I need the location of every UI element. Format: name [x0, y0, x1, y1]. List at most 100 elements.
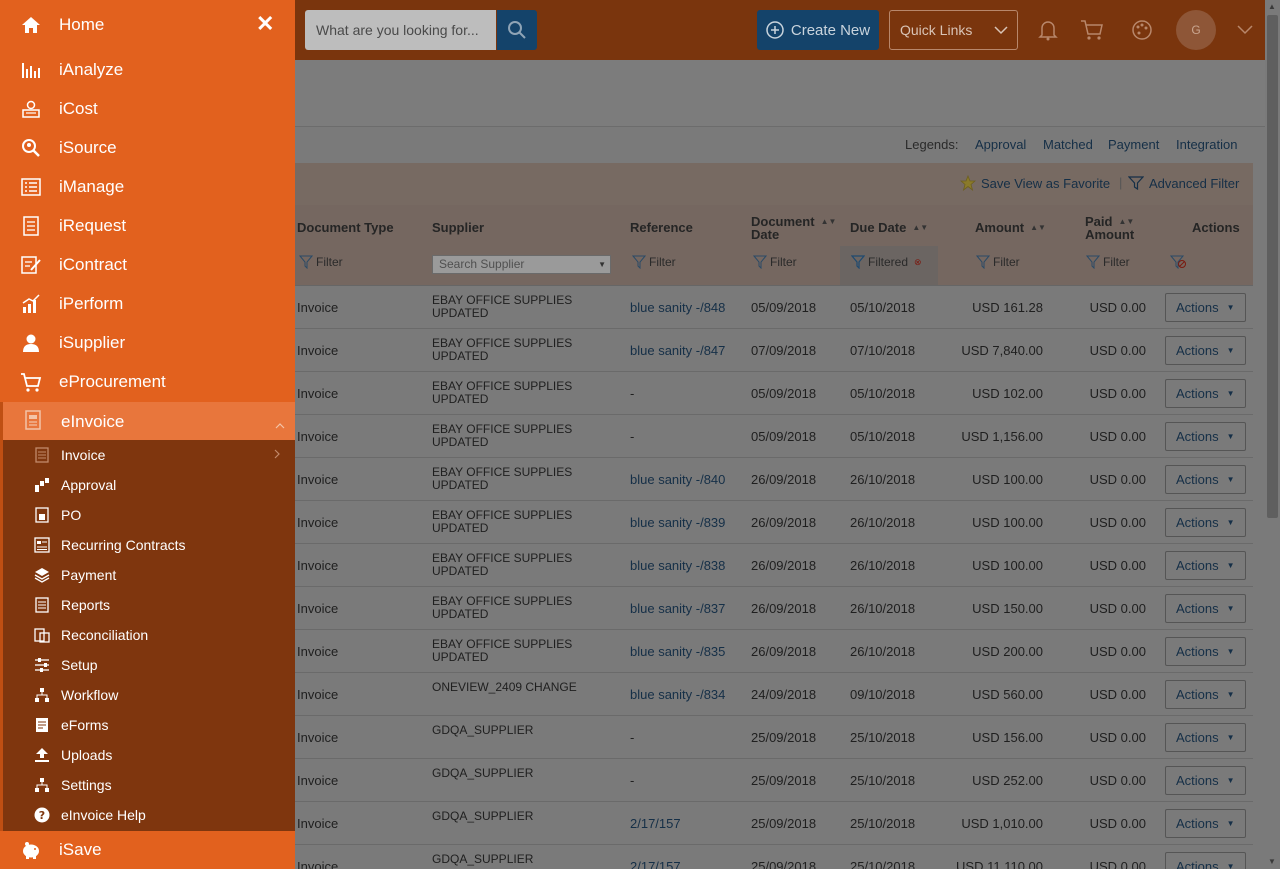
cell-reference[interactable]: blue sanity -/848 — [630, 300, 725, 315]
submenu-item-setup[interactable]: Setup — [3, 650, 295, 680]
sidebar-item-icontract[interactable]: iContract — [0, 245, 295, 284]
legend-matched[interactable]: Matched — [1043, 137, 1093, 152]
user-menu-chevron-icon[interactable] — [1237, 22, 1253, 40]
cost-icon — [20, 98, 42, 120]
row-actions-button[interactable]: Actions ▼ — [1165, 465, 1246, 494]
supplier-filter-select[interactable]: Search Supplier ▼ — [432, 255, 611, 274]
scroll-up-arrow-icon[interactable]: ▲ — [1268, 2, 1276, 11]
cell-document-type: Invoice — [297, 859, 339, 869]
row-actions-button[interactable]: Actions ▼ — [1165, 379, 1246, 408]
col-header-document-date[interactable]: Document ▲▼ Date — [751, 215, 836, 241]
sidebar-item-isupplier[interactable]: iSupplier — [0, 323, 295, 362]
filter-funnel-icon — [299, 255, 313, 269]
submenu-item-recurring-contracts[interactable]: Recurring Contracts — [3, 530, 295, 560]
submenu-item-label: Invoice — [61, 447, 106, 463]
filter-document-type[interactable]: Filter — [299, 255, 343, 269]
sidebar-item-isave[interactable]: iSave — [0, 830, 295, 869]
close-icon[interactable]: ✕ — [256, 13, 274, 35]
cell-reference[interactable]: 2/17/157 — [630, 816, 681, 831]
cell-reference[interactable]: blue sanity -/839 — [630, 515, 725, 530]
row-actions-button[interactable]: Actions ▼ — [1165, 680, 1246, 709]
cell-reference[interactable]: blue sanity -/834 — [630, 687, 725, 702]
cell-supplier: ONEVIEW_2409 CHANGE — [432, 680, 577, 694]
search-button[interactable] — [497, 10, 537, 50]
submenu-item-invoice[interactable]: Invoice — [3, 440, 295, 470]
cell-paid-amount: USD 0.00 — [1089, 558, 1146, 573]
user-avatar[interactable]: G — [1176, 10, 1216, 50]
caret-down-icon: ▼ — [1226, 733, 1235, 742]
row-actions-button[interactable]: Actions ▼ — [1165, 508, 1246, 537]
submenu-item-approval[interactable]: Approval — [3, 470, 295, 500]
cell-supplier: EBAY OFFICE SUPPLIES UPDATED — [432, 293, 573, 320]
row-actions-label: Actions — [1176, 730, 1219, 745]
row-actions-button[interactable]: Actions ▼ — [1165, 594, 1246, 623]
create-new-button[interactable]: Create New — [757, 10, 879, 50]
clear-all-filters-button[interactable] — [1170, 255, 1186, 269]
submenu-item-settings[interactable]: Settings — [3, 770, 295, 800]
legend-integration[interactable]: Integration — [1176, 137, 1237, 152]
sidebar-item-icost[interactable]: iCost — [0, 89, 295, 128]
global-search-input[interactable]: What are you looking for... — [305, 10, 496, 50]
submenu-item-einvoice-help[interactable]: ? eInvoice Help — [3, 800, 295, 830]
cell-paid-amount: USD 0.00 — [1089, 773, 1146, 788]
filter-paid-amount[interactable]: Filter — [1086, 255, 1130, 269]
notification-bell-icon[interactable] — [1036, 18, 1060, 42]
legend-payment[interactable]: Payment — [1108, 137, 1159, 152]
sidebar-item-label: iContract — [59, 254, 128, 274]
sidebar-item-irequest[interactable]: iRequest — [0, 206, 295, 245]
cell-reference[interactable]: 2/17/157 — [630, 859, 681, 869]
col-header-amount[interactable]: Amount ▲▼ — [975, 221, 1046, 234]
filter-reference[interactable]: Filter — [632, 255, 676, 269]
row-actions-button[interactable]: Actions ▼ — [1165, 723, 1246, 752]
col-header-due-date[interactable]: Due Date ▲▼ — [850, 221, 928, 234]
row-actions-button[interactable]: Actions ▼ — [1165, 852, 1246, 869]
cell-amount: USD 1,010.00 — [961, 816, 1043, 831]
quick-links-dropdown[interactable]: Quick Links — [889, 10, 1018, 50]
row-actions-button[interactable]: Actions ▼ — [1165, 336, 1246, 365]
sidebar-item-einvoice[interactable]: eInvoice — [0, 402, 295, 440]
cell-reference[interactable]: blue sanity -/837 — [630, 601, 725, 616]
cell-due-date: 07/10/2018 — [850, 343, 916, 358]
submenu-item-po[interactable]: PO — [3, 500, 295, 530]
sidebar-item-isource[interactable]: iSource — [0, 128, 295, 167]
theme-palette-icon[interactable] — [1130, 18, 1154, 42]
submenu-item-eforms[interactable]: eForms — [3, 710, 295, 740]
shopping-cart-icon[interactable] — [1080, 18, 1104, 42]
row-actions-button[interactable]: Actions ▼ — [1165, 551, 1246, 580]
submenu-item-reconciliation[interactable]: Reconciliation — [3, 620, 295, 650]
cell-reference[interactable]: blue sanity -/840 — [630, 472, 725, 487]
sidebar-item-imanage[interactable]: iManage — [0, 167, 295, 206]
row-actions-button[interactable]: Actions ▼ — [1165, 293, 1246, 322]
sidebar-item-ianalyze[interactable]: iAnalyze — [0, 50, 295, 89]
scroll-down-arrow-icon[interactable]: ▼ — [1268, 857, 1276, 866]
cell-paid-amount: USD 0.00 — [1089, 816, 1146, 831]
star-icon — [960, 175, 976, 191]
submenu-item-uploads[interactable]: Uploads — [3, 740, 295, 770]
legend-approval[interactable]: Approval — [975, 137, 1026, 152]
cell-document-date: 25/09/2018 — [751, 816, 817, 831]
sidebar-item-eprocurement[interactable]: eProcurement — [0, 362, 295, 401]
filter-amount[interactable]: Filter — [976, 255, 1020, 269]
row-actions-button[interactable]: Actions ▼ — [1165, 422, 1246, 451]
row-actions-button[interactable]: Actions ▼ — [1165, 637, 1246, 666]
cell-reference[interactable]: blue sanity -/835 — [630, 644, 725, 659]
submenu-item-reports[interactable]: Reports — [3, 590, 295, 620]
row-actions-button[interactable]: Actions ▼ — [1165, 766, 1246, 795]
submenu-item-payment[interactable]: Payment — [3, 560, 295, 590]
filter-document-date[interactable]: Filter — [753, 255, 797, 269]
scrollbar-thumb[interactable] — [1267, 15, 1278, 518]
submenu-item-workflow[interactable]: Workflow — [3, 680, 295, 710]
cell-reference[interactable]: blue sanity -/838 — [630, 558, 725, 573]
row-actions-button[interactable]: Actions ▼ — [1165, 809, 1246, 838]
sidebar-item-home[interactable]: Home — [0, 5, 295, 44]
caret-down-icon: ▼ — [1226, 432, 1235, 441]
save-view-favorite-button[interactable]: Save View as Favorite — [960, 175, 1110, 191]
cell-reference[interactable]: blue sanity -/847 — [630, 343, 725, 358]
request-doc-icon — [20, 215, 42, 237]
sidebar-item-iperform[interactable]: iPerform — [0, 284, 295, 323]
clear-filter-icon[interactable]: ⊗ — [914, 257, 922, 268]
advanced-filter-button[interactable]: Advanced Filter — [1128, 175, 1239, 191]
col-header-paid-amount[interactable]: Paid ▲▼ Amount — [1085, 215, 1134, 241]
col-header-supplier: Supplier — [432, 220, 485, 235]
filter-due-date[interactable]: Filtered ⊗ — [851, 255, 922, 269]
